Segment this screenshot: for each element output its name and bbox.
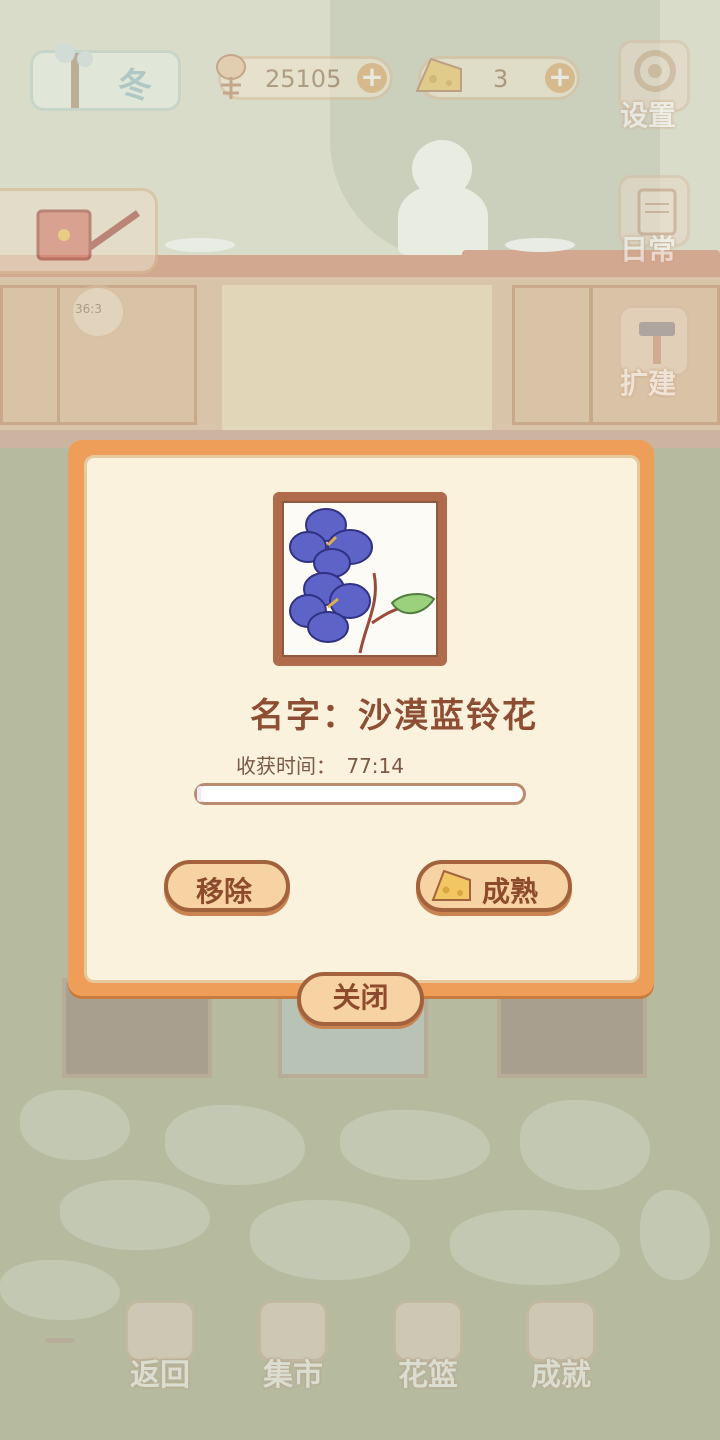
plant-name-row: 名字：沙漠蓝铃花	[250, 688, 538, 737]
growth-progress-fill	[197, 786, 204, 802]
add-cheese-button[interactable]: +	[545, 63, 575, 93]
add-fish-button[interactable]: +	[357, 63, 387, 93]
cheese-icon	[431, 869, 471, 901]
close-button-label: 关闭	[332, 981, 389, 1014]
nav-basket[interactable]: 花篮	[383, 1300, 473, 1400]
plant-name-label: 名字：	[250, 696, 358, 736]
bluebell-flower-icon	[289, 508, 436, 654]
growth-progress-bar	[194, 783, 526, 805]
fish-bone-icon	[216, 54, 246, 99]
season-badge[interactable]	[30, 43, 181, 111]
nav-collapse-handle[interactable]	[45, 1338, 75, 1343]
gear-icon	[634, 50, 676, 92]
nav-market-label: 集市	[263, 1358, 323, 1393]
harvest-time-value: 77:14	[346, 754, 404, 778]
fish-count: 25105	[265, 65, 342, 93]
watering-can-button[interactable]	[0, 188, 158, 274]
nav-market[interactable]: 集市	[248, 1300, 338, 1400]
cheese-icon	[415, 57, 462, 92]
season-label: 冬	[118, 66, 152, 106]
hammer-icon	[639, 322, 675, 364]
ripen-button[interactable]: 成熟	[416, 860, 572, 912]
cheese-currency-pill: 3 +	[415, 56, 580, 100]
daily-label: 日常	[620, 233, 677, 266]
remove-button[interactable]: 移除	[164, 860, 290, 912]
close-button[interactable]: 关闭	[297, 972, 424, 1026]
fish-currency-pill: 25105 +	[216, 54, 393, 100]
nav-basket-label: 花篮	[398, 1358, 458, 1393]
watering-can-icon	[36, 209, 141, 261]
cheese-count: 3	[493, 65, 509, 93]
nav-back-label: 返回	[130, 1358, 190, 1393]
harvest-time-label: 收获时间：	[236, 754, 336, 778]
plant-picture	[282, 501, 438, 657]
nav-achievement-label: 成就	[531, 1358, 591, 1393]
nav-back[interactable]: 返回	[115, 1300, 205, 1400]
snow-tree-icon	[55, 43, 93, 108]
expand-label: 扩建	[620, 367, 677, 400]
settings-label: 设置	[620, 99, 677, 132]
nav-achievement[interactable]: 成就	[516, 1300, 606, 1400]
clock-value: 36:3	[75, 302, 102, 316]
harvest-time-row: 收获时间： 77:14	[236, 750, 404, 779]
plant-name-value: 沙漠蓝铃花	[358, 696, 538, 736]
ripen-button-label: 成熟	[482, 875, 539, 908]
remove-button-label: 移除	[196, 875, 253, 908]
